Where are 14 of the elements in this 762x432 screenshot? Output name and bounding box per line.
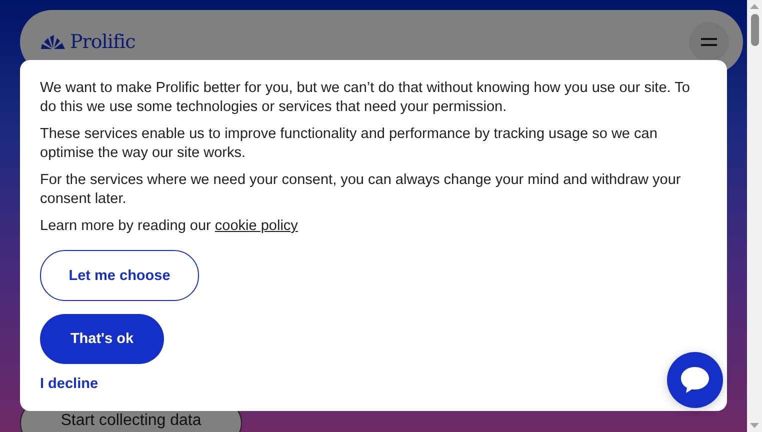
accept-button[interactable]: That's ok — [40, 314, 164, 364]
consent-text: We want to make Prolific better for you, but we can’t do that without knowing how you use our site. To do this we use some technologies or services that need your permission. — [40, 79, 691, 117]
consent-text: For the services where we need your consent, you can always change your mind and withdraw your consent later. — [40, 171, 682, 209]
logo[interactable]: Prolific — [40, 31, 136, 53]
decline-link[interactable]: I decline — [40, 376, 98, 392]
scrollbar-thumb[interactable] — [750, 14, 758, 46]
consent-text: These services enable us to improve functionality and performance by tracking usage so we can optimise the way our site works. — [40, 125, 658, 163]
choose-button[interactable]: Let me choose — [40, 250, 199, 301]
cookie-policy-link[interactable]: cookie policy — [214, 218, 298, 234]
learn-more-text: Learn more by reading our cookie policy — [40, 217, 298, 236]
menu-icon — [700, 37, 718, 47]
menu-button[interactable] — [689, 22, 729, 62]
chat-bubble-icon — [680, 366, 710, 394]
logo-icon — [40, 34, 66, 50]
